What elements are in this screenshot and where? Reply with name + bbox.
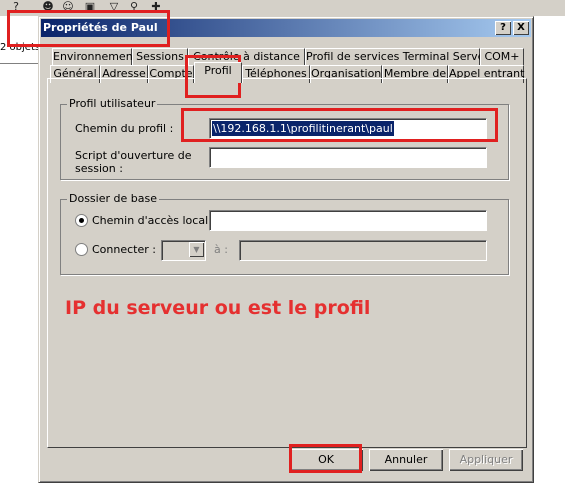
- properties-dialog: Propriétés de Paul ? X Environnement Ses…: [38, 16, 534, 483]
- connect-path-input[interactable]: [239, 240, 487, 261]
- tab-sessions[interactable]: Sessions: [132, 48, 188, 66]
- divider: [0, 63, 40, 64]
- title-highlight-box: [7, 10, 170, 47]
- tab-terminal-server[interactable]: Profil de services Terminal Server: [305, 48, 489, 66]
- close-button[interactable]: X: [513, 21, 529, 35]
- profile-path-label: Chemin du profil :: [75, 122, 174, 135]
- profile-group-legend: Profil utilisateur: [67, 97, 158, 110]
- tab-com[interactable]: COM+: [480, 48, 524, 66]
- to-label: à :: [214, 243, 228, 256]
- logon-script-label-1: Script d'ouverture de: [75, 149, 192, 162]
- logon-script-label-2: session :: [75, 162, 123, 175]
- tab-environnement[interactable]: Environnement: [52, 48, 137, 66]
- local-path-label: Chemin d'accès local :: [92, 214, 216, 227]
- connect-radio[interactable]: [75, 243, 88, 256]
- local-path-input[interactable]: [209, 210, 487, 231]
- help-button[interactable]: ?: [495, 21, 511, 35]
- radio-selected-dot: [79, 218, 84, 223]
- path-highlight-box: [181, 108, 498, 142]
- apply-button[interactable]: Appliquer: [449, 449, 523, 471]
- logon-script-input[interactable]: [209, 147, 487, 168]
- tab-profil[interactable]: Profil: [194, 62, 242, 83]
- local-path-radio[interactable]: [75, 214, 88, 227]
- annotation-text: IP du serveur ou est le profil: [65, 297, 371, 319]
- ok-highlight-box: [289, 444, 362, 473]
- drive-letter-combo[interactable]: ▼: [161, 240, 206, 261]
- chevron-down-icon[interactable]: ▼: [189, 242, 204, 257]
- cancel-button[interactable]: Annuler: [369, 449, 443, 471]
- home-folder-group: Dossier de base Chemin d'accès local : C…: [60, 192, 509, 275]
- home-folder-legend: Dossier de base: [67, 192, 159, 205]
- connect-label: Connecter :: [92, 243, 156, 256]
